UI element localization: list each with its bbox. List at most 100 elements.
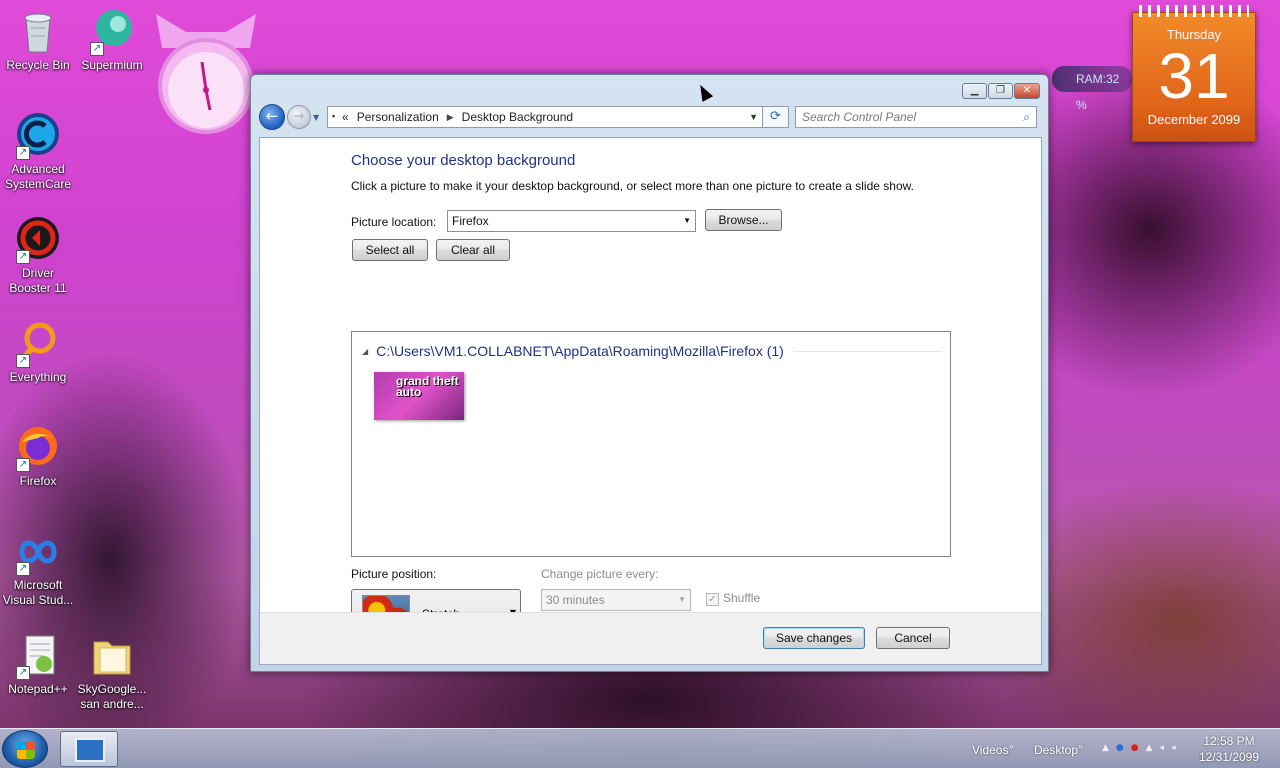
calendar-day: 31 <box>1158 40 1230 112</box>
dialog-footer: Save changes Cancel <box>260 612 1041 664</box>
desktop-icon-label: SkyGoogle... san andre... <box>77 682 147 711</box>
refresh-button[interactable]: ⟳ <box>763 106 789 128</box>
select-all-button[interactable]: Select all <box>352 239 428 261</box>
desktop-icon-folder[interactable]: SkyGoogle... san andre... <box>74 632 150 712</box>
desktop-icon-advanced-systemcare[interactable]: ↗ Advanced SystemCare <box>0 112 76 192</box>
desktop-icon-firefox[interactable]: ↗ Firefox <box>0 424 76 489</box>
start-button[interactable] <box>2 730 48 768</box>
supermium-icon: ↗ <box>88 8 136 56</box>
desktop-icon-recycle-bin[interactable]: Recycle Bin <box>0 8 76 73</box>
window-controls: ▁ ❐ ✕ <box>962 83 1040 99</box>
recycle-bin-icon <box>14 8 62 56</box>
dropdown-arrow-icon: ▼ <box>678 595 686 604</box>
picture-location-select[interactable]: Firefox ▼ <box>447 210 696 232</box>
calendar-rings <box>1139 5 1249 17</box>
shortcut-arrow-icon: ↗ <box>16 354 30 368</box>
picture-group-path: C:\Users\VM1.COLLABNET\AppData\Roaming\M… <box>376 343 784 359</box>
desktop-icon-label: Everything <box>9 370 67 384</box>
control-panel-icon <box>75 738 105 762</box>
breadcrumb-desktop-background[interactable]: Desktop Background <box>462 110 573 124</box>
chevron-icon: » <box>1078 741 1084 751</box>
chevron-right-icon[interactable]: ▶ <box>447 112 454 123</box>
forward-button[interactable]: → <box>287 105 311 129</box>
shortcut-arrow-icon: ↗ <box>16 562 30 576</box>
cancel-button[interactable]: Cancel <box>876 627 950 649</box>
calendar-month-year: December 2099 <box>1147 112 1241 127</box>
shortcut-arrow-icon: ↗ <box>16 666 30 680</box>
picture-location-label: Picture location: <box>351 215 437 229</box>
address-dropdown-icon[interactable]: ▼ <box>749 112 758 122</box>
picture-thumbnail[interactable]: grand theft auto <box>374 372 464 420</box>
picture-location-value: Firefox <box>452 214 489 228</box>
desktop-icon-label: Driver Booster 11 <box>9 266 67 295</box>
visual-studio-icon: ↗ <box>14 528 62 576</box>
advanced-systemcare-icon: ↗ <box>14 112 62 160</box>
change-picture-interval-value: 30 minutes <box>546 593 605 607</box>
desktop-icon-label: Notepad++ <box>8 682 68 696</box>
change-picture-every-label: Change picture every: <box>541 567 659 581</box>
search-icon[interactable]: ⌕ <box>1023 110 1030 125</box>
desktop-icon-notepad-plus-plus[interactable]: ↗ Notepad++ <box>0 632 76 697</box>
desktop-icon-label: Firefox <box>19 474 57 488</box>
restore-button[interactable]: ❐ <box>988 83 1013 99</box>
change-picture-interval-select[interactable]: 30 minutes ▼ <box>541 589 691 611</box>
taskbar-control-panel[interactable] <box>60 731 118 767</box>
breadcrumb-overflow[interactable]: « <box>342 110 349 124</box>
toolbar-videos[interactable]: Videos» <box>972 741 1014 757</box>
shortcut-arrow-icon: ↗ <box>16 458 30 472</box>
folder-icon <box>88 632 136 680</box>
search-placeholder: Search Control Panel <box>802 110 917 124</box>
desktop-icon-label: Supermium <box>81 58 143 72</box>
browse-button[interactable]: Browse... <box>705 209 782 231</box>
taskbar-clock[interactable]: 12:58 PM 12/31/2099 <box>1190 733 1268 765</box>
collapse-triangle-icon[interactable]: ◢ <box>362 347 368 356</box>
desktop-icon-label: Advanced SystemCare <box>4 162 72 191</box>
clear-all-button[interactable]: Clear all <box>436 239 510 261</box>
firefox-icon: ↗ <box>14 424 62 472</box>
back-button[interactable]: ← <box>259 104 285 130</box>
notification-area-icons[interactable]: ▲●●▲◂◂ <box>1102 743 1183 753</box>
minimize-button[interactable]: ▁ <box>962 83 987 99</box>
desktop-background-window: ▁ ❐ ✕ ← → ▼ ▪ « Personalization ▶ Deskto… <box>250 74 1049 672</box>
page-title: Choose your desktop background <box>351 152 576 169</box>
desktop-icon-supermium[interactable]: ↗ Supermium <box>74 8 150 73</box>
control-panel-icon: ▪ <box>332 111 336 121</box>
search-input[interactable]: Search Control Panel ⌕ <box>795 106 1037 128</box>
content-pane: Choose your desktop background Click a p… <box>259 137 1042 665</box>
desktop-icon-label: Recycle Bin <box>6 58 70 72</box>
picture-group-header[interactable]: ◢ C:\Users\VM1.COLLABNET\AppData\Roaming… <box>362 342 942 360</box>
notepad-plus-plus-icon: ↗ <box>14 632 62 680</box>
shuffle-label: Shuffle <box>723 591 761 605</box>
desktop-icon-visual-studio[interactable]: ↗ Microsoft Visual Stud... <box>0 528 76 608</box>
dropdown-arrow-icon: ▼ <box>683 216 691 225</box>
calendar-gadget[interactable]: Thursday 31 December 2099 <box>1132 5 1256 142</box>
address-bar[interactable]: ▪ « Personalization ▶ Desktop Background… <box>327 106 763 128</box>
shuffle-checkbox[interactable]: ✓ <box>706 593 719 606</box>
windows-logo-icon <box>17 741 35 759</box>
toolbar-videos-label: Videos <box>972 743 1009 757</box>
ram-gadget: RAM:32 % <box>1052 66 1132 112</box>
breadcrumb-personalization[interactable]: Personalization <box>357 110 439 124</box>
taskbar: Videos» Desktop» ▲●●▲◂◂ 12:58 PM 12/31/2… <box>0 728 1280 768</box>
shortcut-arrow-icon: ↗ <box>16 146 30 160</box>
clock-time: 12:58 PM <box>1203 734 1255 748</box>
everything-search-icon: ↗ <box>14 320 62 368</box>
desktop-icon-label: Microsoft Visual Stud... <box>2 578 74 607</box>
toolbar-desktop[interactable]: Desktop» <box>1034 741 1083 757</box>
desktop-icon-everything[interactable]: ↗ Everything <box>0 320 76 385</box>
picture-list[interactable]: ◢ C:\Users\VM1.COLLABNET\AppData\Roaming… <box>351 331 951 557</box>
save-changes-button[interactable]: Save changes <box>763 627 865 649</box>
thumbnail-logo-text: grand theft auto <box>396 374 459 399</box>
picture-position-label: Picture position: <box>351 567 437 581</box>
page-subtitle: Click a picture to make it your desktop … <box>351 179 914 193</box>
shortcut-arrow-icon: ↗ <box>16 250 30 264</box>
group-divider <box>793 350 942 352</box>
analog-clock-icon <box>156 14 256 134</box>
shortcut-arrow-icon: ↗ <box>90 42 104 56</box>
toolbar-desktop-label: Desktop <box>1034 743 1079 757</box>
close-button[interactable]: ✕ <box>1014 83 1040 99</box>
desktop-icon-driver-booster[interactable]: ↗ Driver Booster 11 <box>0 216 76 296</box>
clock-gadget[interactable] <box>148 8 264 136</box>
recent-pages-dropdown[interactable]: ▼ <box>313 113 323 122</box>
clock-date: 12/31/2099 <box>1198 750 1260 764</box>
